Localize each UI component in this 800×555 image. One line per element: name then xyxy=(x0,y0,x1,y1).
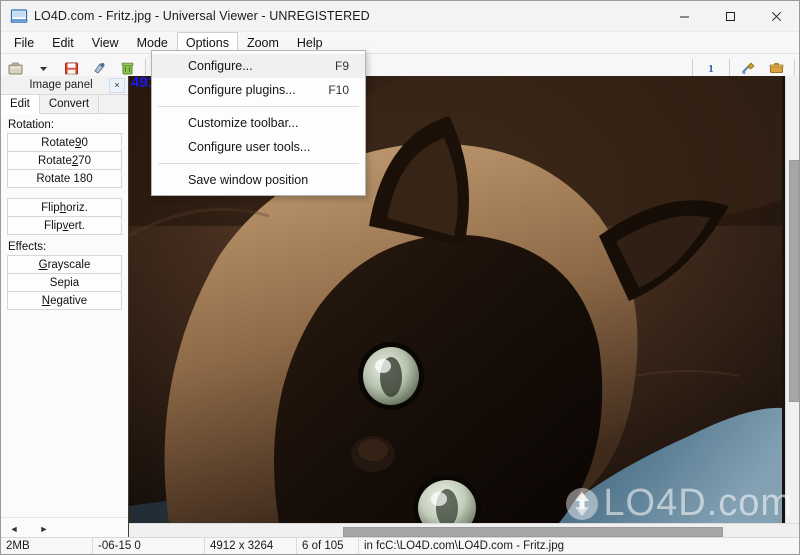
vertical-scrollbar[interactable] xyxy=(785,76,799,523)
vertical-scrollbar-thumb[interactable] xyxy=(789,160,799,402)
negative-button[interactable]: Negative xyxy=(7,291,122,310)
menu-separator-1 xyxy=(158,106,359,107)
flip-vertical-button[interactable]: Flip v ert. xyxy=(7,216,122,235)
flip-horiz-pre: Flip xyxy=(41,201,60,214)
status-bar: 2MB -06-15 0 4912 x 3264 6 of 105 in fcC… xyxy=(1,537,799,554)
status-date: -06-15 0 xyxy=(93,538,205,554)
flip-vert-pre: Flip xyxy=(44,219,63,232)
menu-separator-2 xyxy=(158,163,359,164)
rotate-90-post: 0 xyxy=(81,136,88,149)
image-panel-footer: ◄ ► xyxy=(1,517,128,539)
menu-item-save-window-position-label: Save window position xyxy=(188,173,309,187)
menu-edit[interactable]: Edit xyxy=(43,32,83,53)
options-dropdown-menu: Configure... F9 Configure plugins... F10… xyxy=(151,50,366,196)
tab-edit[interactable]: Edit xyxy=(1,95,40,114)
close-button[interactable] xyxy=(753,1,799,32)
rotate-90-pre: Rotate xyxy=(41,136,76,149)
image-panel-tabs: Edit Convert xyxy=(1,95,128,114)
flip-horizontal-button[interactable]: Flip h oriz. xyxy=(7,198,122,217)
rotation-section-label: Rotation: xyxy=(8,119,55,131)
tab-convert[interactable]: Convert xyxy=(40,95,100,113)
flip-horiz-post: oriz. xyxy=(66,201,88,214)
minimize-button[interactable] xyxy=(661,1,707,32)
app-image-viewer-icon xyxy=(10,7,28,25)
menu-item-save-window-position[interactable]: Save window position xyxy=(152,168,365,192)
rotate-270-post: 70 xyxy=(78,154,92,167)
negative-post: egative xyxy=(50,294,88,307)
horizontal-scrollbar-thumb[interactable] xyxy=(343,527,723,537)
grayscale-post: rayscale xyxy=(47,258,91,271)
title-bar: LO4D.com - Fritz.jpg - Universal Viewer … xyxy=(1,1,799,32)
flip-vert-post: ert. xyxy=(68,219,85,232)
menu-item-customize-toolbar[interactable]: Customize toolbar... xyxy=(152,111,365,135)
image-panel: Image panel × Edit Convert Rotation: Rot… xyxy=(1,76,129,539)
app-window: LO4D.com - Fritz.jpg - Universal Viewer … xyxy=(0,0,800,555)
rotate-270-pre: Rotate xyxy=(37,154,72,167)
sepia-label: Sepia xyxy=(49,276,80,289)
menu-bar: File Edit View Mode Options Zoom Help xyxy=(1,32,799,54)
menu-file[interactable]: File xyxy=(5,32,43,53)
status-position: 6 of 105 xyxy=(297,538,359,554)
rotate-180-label: Rotate 180 xyxy=(36,172,93,185)
image-panel-header: Image panel × xyxy=(1,76,128,95)
image-panel-title: Image panel xyxy=(29,79,93,91)
rotate-180-button[interactable]: Rotate 180 xyxy=(7,169,122,188)
previous-image-icon[interactable]: ◄ xyxy=(7,522,21,536)
status-dimensions: 4912 x 3264 xyxy=(205,538,297,554)
effects-section-label: Effects: xyxy=(8,241,47,253)
menu-item-configure[interactable]: Configure... F9 xyxy=(152,54,365,78)
window-title: LO4D.com - Fritz.jpg - Universal Viewer … xyxy=(34,9,370,23)
image-panel-body: Rotation: Rotate 90 Rotate 2 70 Rotate 18… xyxy=(1,114,128,517)
menu-item-configure-plugins[interactable]: Configure plugins... F10 xyxy=(152,78,365,102)
menu-view[interactable]: View xyxy=(83,32,128,53)
negative-accel: N xyxy=(41,294,51,307)
maximize-button[interactable] xyxy=(707,1,753,32)
next-image-icon[interactable]: ► xyxy=(37,522,51,536)
status-path: in fcC:\LO4D.com\LO4D.com - Fritz.jpg xyxy=(364,540,565,552)
menu-item-customize-toolbar-label: Customize toolbar... xyxy=(188,116,299,130)
rotate-270-button[interactable]: Rotate 2 70 xyxy=(7,151,122,170)
menu-item-configure-shortcut: F9 xyxy=(334,59,349,73)
grayscale-accel: G xyxy=(38,258,48,271)
main-body: Image panel × Edit Convert Rotation: Rot… xyxy=(1,76,799,539)
menu-item-configure-user-tools[interactable]: Configure user tools... xyxy=(152,135,365,159)
menu-item-configure-user-tools-label: Configure user tools... xyxy=(188,140,311,154)
menu-item-configure-plugins-label: Configure plugins... xyxy=(188,83,296,97)
menu-item-configure-plugins-shortcut: F10 xyxy=(328,83,349,97)
window-controls xyxy=(661,1,799,32)
image-panel-close-icon[interactable]: × xyxy=(109,77,125,93)
rotate-90-button[interactable]: Rotate 90 xyxy=(7,133,122,152)
menu-item-configure-label: Configure... xyxy=(188,59,253,73)
panel-gap-1 xyxy=(7,187,122,198)
grayscale-button[interactable]: Grayscale xyxy=(7,255,122,274)
status-filesize: 2MB xyxy=(1,538,93,554)
sepia-button[interactable]: Sepia xyxy=(7,273,122,292)
